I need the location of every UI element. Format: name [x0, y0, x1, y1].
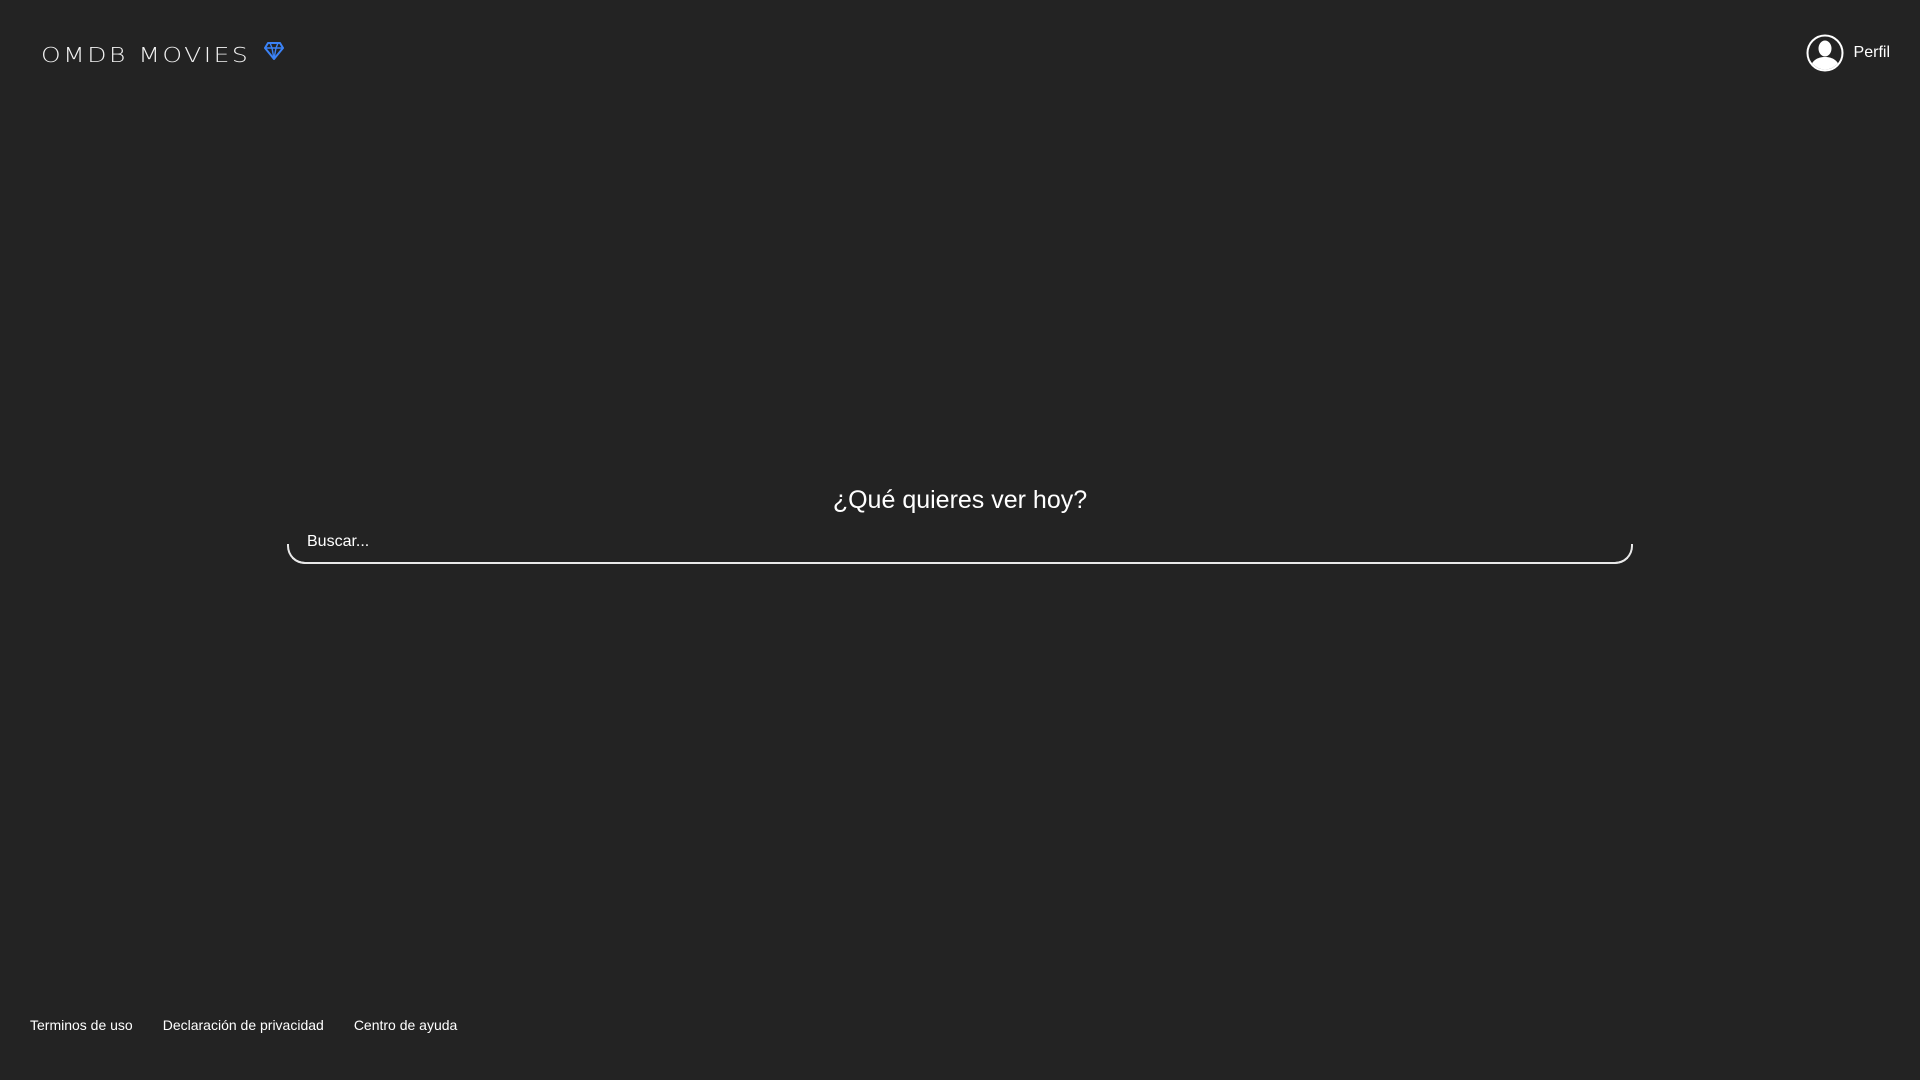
search-input[interactable]: [289, 526, 1631, 562]
profile-button[interactable]: Perfil: [1806, 34, 1890, 72]
page: omdb movies Perfil ¿Qué quieres ver hoy?: [0, 0, 1920, 1080]
footer-link-terms[interactable]: Terminos de uso: [30, 1017, 133, 1033]
footer: Terminos de uso Declaración de privacida…: [30, 1017, 457, 1033]
page-headline: ¿Qué quieres ver hoy?: [832, 486, 1088, 514]
footer-link-privacy[interactable]: Declaración de privacidad: [163, 1017, 324, 1033]
footer-link-help-center[interactable]: Centro de ayuda: [354, 1017, 458, 1033]
logo[interactable]: omdb movies: [41, 42, 285, 72]
main-content: ¿Qué quieres ver hoy?: [0, 485, 1920, 564]
header: omdb movies Perfil: [0, 0, 1920, 110]
search-bar: [287, 526, 1633, 564]
diamond-icon: [264, 42, 285, 60]
logo-text: omdb movies: [41, 43, 251, 67]
profile-label: Perfil: [1853, 44, 1890, 61]
user-avatar-icon: [1806, 34, 1844, 72]
